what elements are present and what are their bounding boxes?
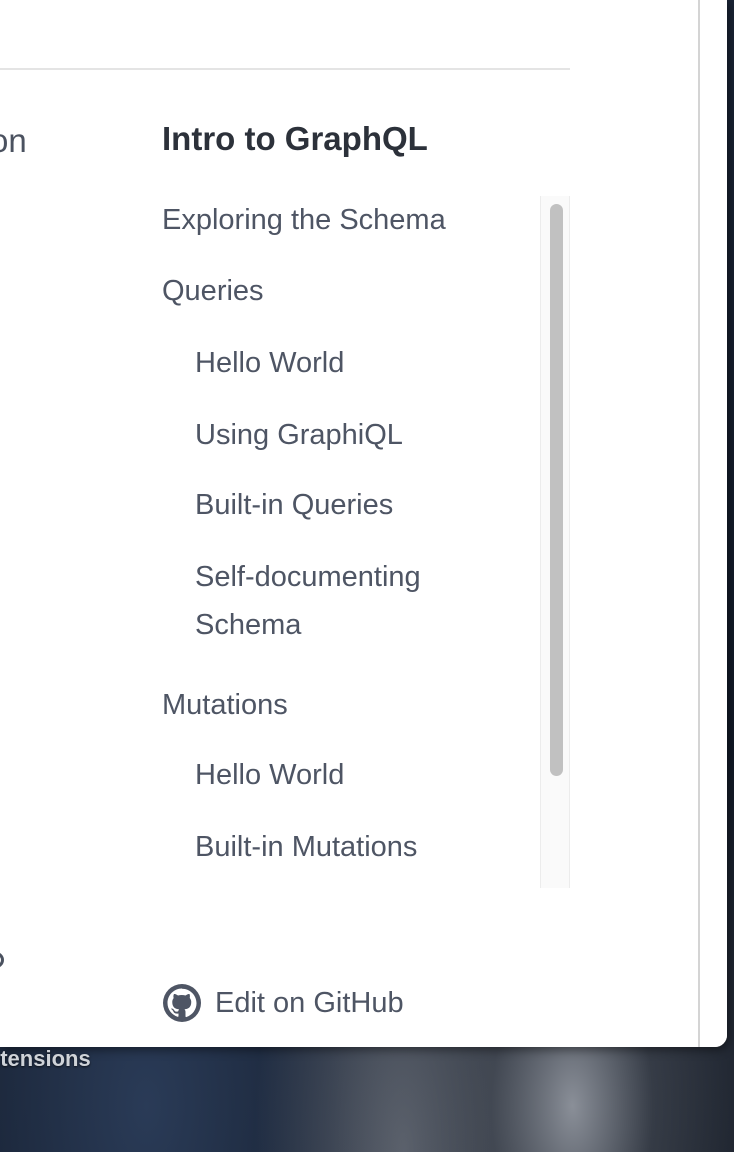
- toc-link-queries[interactable]: Queries: [162, 267, 264, 315]
- toc-link-mutations[interactable]: Mutations: [162, 681, 288, 729]
- toc-link-exploring-the-schema[interactable]: Exploring the Schema: [162, 196, 446, 244]
- main-content-text-fragment: on: [0, 122, 27, 159]
- content-icon-fragment: [0, 952, 4, 968]
- toc-scrollbar-track[interactable]: [540, 196, 570, 888]
- table-of-contents: Exploring the Schema Queries Hello World…: [162, 196, 570, 888]
- toc-link-using-graphiql[interactable]: Using GraphiQL: [195, 411, 403, 459]
- toc-link-self-documenting-schema[interactable]: Schema: [195, 601, 301, 649]
- header-divider: [0, 68, 570, 70]
- toc-link-built-in-queries[interactable]: Built-in Queries: [195, 481, 393, 529]
- toc-link-self-documenting[interactable]: Self-documenting: [195, 553, 421, 601]
- toc-title: Intro to GraphQL: [162, 120, 428, 157]
- toc-link-mutations-hello-world[interactable]: Hello World: [195, 751, 344, 799]
- toc-scrollbar-thumb[interactable]: [550, 204, 563, 776]
- toc-link-queries-hello-world[interactable]: Hello World: [195, 339, 344, 387]
- browser-window: on Intro to GraphQL Exploring the Schema…: [0, 0, 727, 1047]
- window-scrollbar[interactable]: [698, 0, 727, 1047]
- desktop-folder-label[interactable]: xtensions: [0, 1046, 91, 1072]
- toc-link-built-in-mutations[interactable]: Built-in Mutations: [195, 823, 417, 871]
- edit-on-github-link[interactable]: Edit on GitHub: [162, 982, 404, 1024]
- github-icon: [163, 984, 201, 1022]
- edit-on-github-label: Edit on GitHub: [215, 986, 404, 1019]
